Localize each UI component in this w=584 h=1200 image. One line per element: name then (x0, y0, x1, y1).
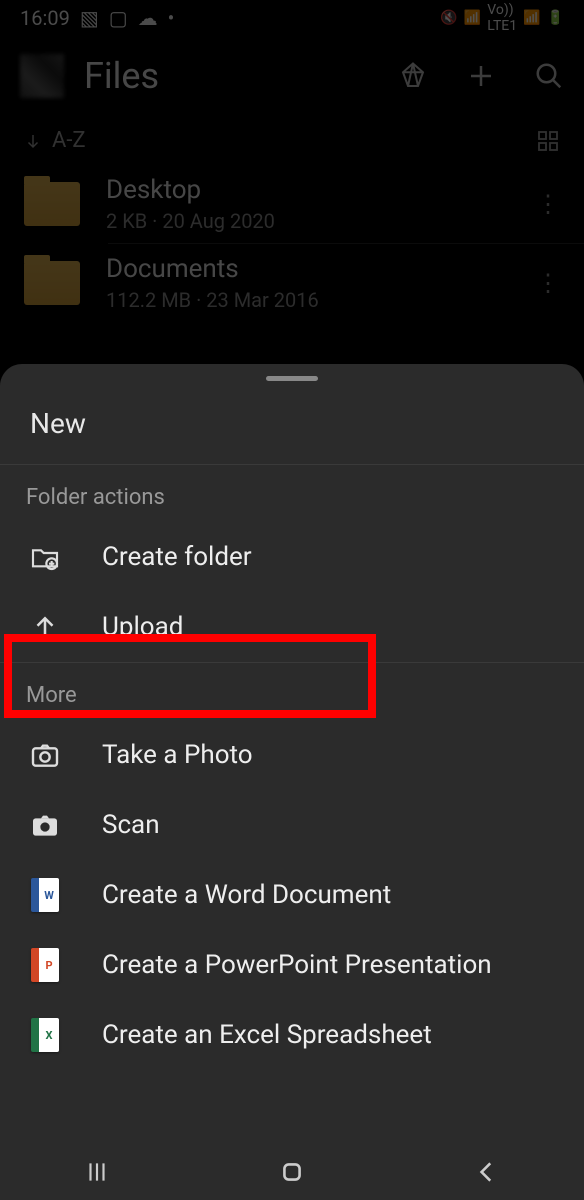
camera-icon (28, 738, 62, 772)
upload-icon (28, 610, 62, 644)
create-word-item[interactable]: W Create a Word Document (0, 860, 584, 930)
scan-icon (28, 808, 62, 842)
home-button[interactable] (279, 1159, 305, 1185)
section-folder-actions: Folder actions (0, 465, 584, 522)
upload-label: Upload (102, 612, 183, 642)
sheet-title: New (0, 399, 584, 464)
new-bottom-sheet: New Folder actions Create folder Upload … (0, 364, 584, 1200)
create-excel-item[interactable]: X Create an Excel Spreadsheet (0, 1000, 584, 1070)
create-folder-label: Create folder (102, 542, 252, 572)
recents-button[interactable] (84, 1159, 110, 1185)
powerpoint-icon: P (28, 948, 62, 982)
back-button[interactable] (474, 1159, 500, 1185)
create-word-label: Create a Word Document (102, 880, 391, 910)
scan-label: Scan (102, 810, 160, 840)
section-more: More (0, 663, 584, 720)
excel-icon: X (28, 1018, 62, 1052)
create-folder-icon (28, 540, 62, 574)
create-ppt-item[interactable]: P Create a PowerPoint Presentation (0, 930, 584, 1000)
upload-item[interactable]: Upload (0, 592, 584, 662)
take-photo-label: Take a Photo (102, 740, 253, 770)
word-icon: W (28, 878, 62, 912)
android-navbar (0, 1144, 584, 1200)
sheet-drag-handle[interactable] (266, 376, 318, 381)
create-excel-label: Create an Excel Spreadsheet (102, 1020, 432, 1050)
scan-item[interactable]: Scan (0, 790, 584, 860)
create-ppt-label: Create a PowerPoint Presentation (102, 950, 492, 980)
take-photo-item[interactable]: Take a Photo (0, 720, 584, 790)
create-folder-item[interactable]: Create folder (0, 522, 584, 592)
